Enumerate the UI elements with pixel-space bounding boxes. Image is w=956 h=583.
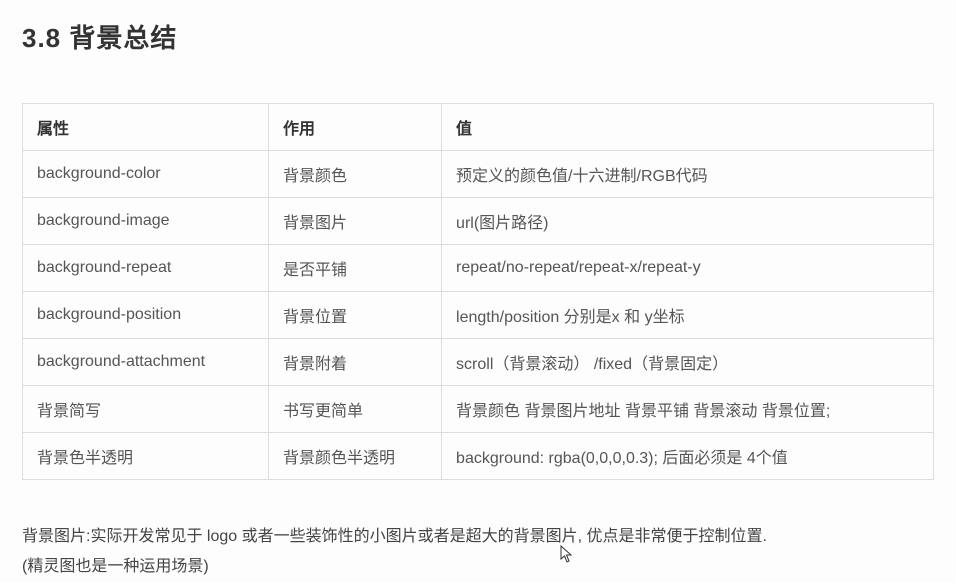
table-header-row: 属性 作用 值	[23, 104, 934, 151]
cell-role: 背景位置	[268, 292, 441, 339]
table-row: background-repeat 是否平铺 repeat/no-repeat/…	[23, 245, 934, 292]
th-value: 值	[442, 104, 934, 151]
footnote-line1: 背景图片:实际开发常见于 logo 或者一些装饰性的小图片或者是超大的背景图片,…	[22, 528, 767, 545]
cell-property: background-attachment	[23, 339, 269, 386]
th-role: 作用	[268, 104, 441, 151]
table-row: background-color 背景颜色 预定义的颜色值/十六进制/RGB代码	[23, 151, 934, 198]
cell-value: 预定义的颜色值/十六进制/RGB代码	[442, 151, 934, 198]
table-row: background-attachment 背景附着 scroll（背景滚动） …	[23, 339, 934, 386]
cell-value: scroll（背景滚动） /fixed（背景固定）	[442, 339, 934, 386]
cell-role: 书写更简单	[268, 386, 441, 433]
th-property: 属性	[23, 104, 269, 151]
footnote-line2: (精灵图也是一种运用场景)	[22, 558, 209, 575]
cell-value: background: rgba(0,0,0,0.3); 后面必须是 4个值	[442, 433, 934, 480]
cell-value: repeat/no-repeat/repeat-x/repeat-y	[442, 245, 934, 292]
cell-property: background-image	[23, 198, 269, 245]
cell-role: 背景附着	[268, 339, 441, 386]
cell-property: background-repeat	[23, 245, 269, 292]
cell-property: background-position	[23, 292, 269, 339]
cell-value: url(图片路径)	[442, 198, 934, 245]
cell-role: 背景颜色	[268, 151, 441, 198]
cell-property: 背景色半透明	[23, 433, 269, 480]
footnote: 背景图片:实际开发常见于 logo 或者一些装饰性的小图片或者是超大的背景图片,…	[22, 522, 934, 583]
cell-value: 背景颜色 背景图片地址 背景平铺 背景滚动 背景位置;	[442, 386, 934, 433]
cell-property: background-color	[23, 151, 269, 198]
table-row: 背景色半透明 背景颜色半透明 background: rgba(0,0,0,0.…	[23, 433, 934, 480]
table-row: 背景简写 书写更简单 背景颜色 背景图片地址 背景平铺 背景滚动 背景位置;	[23, 386, 934, 433]
table-row: background-image 背景图片 url(图片路径)	[23, 198, 934, 245]
cell-role: 背景颜色半透明	[268, 433, 441, 480]
cell-role: 是否平铺	[268, 245, 441, 292]
table-row: background-position 背景位置 length/position…	[23, 292, 934, 339]
cell-role: 背景图片	[268, 198, 441, 245]
cell-value: length/position 分别是x 和 y坐标	[442, 292, 934, 339]
cell-property: 背景简写	[23, 386, 269, 433]
background-summary-table: 属性 作用 值 background-color 背景颜色 预定义的颜色值/十六…	[22, 103, 934, 480]
section-heading: 3.8 背景总结	[22, 18, 934, 55]
